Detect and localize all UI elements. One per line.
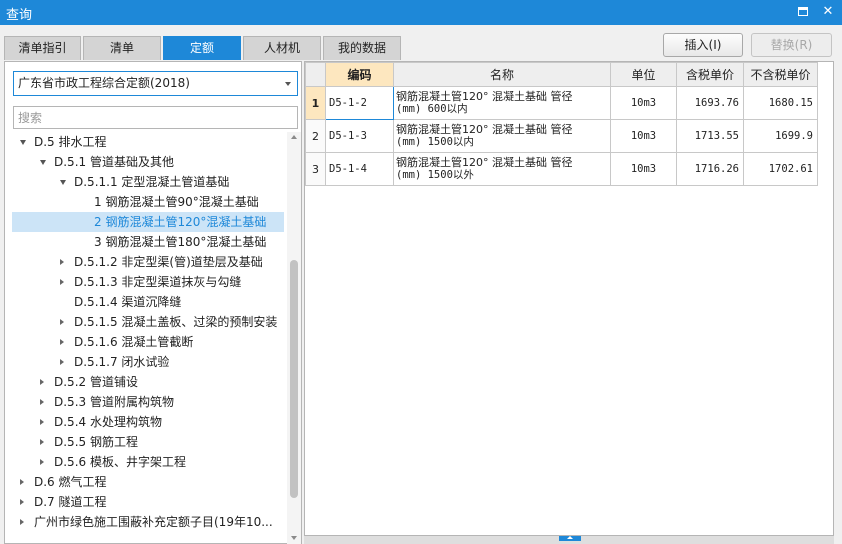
quota-tree: D.5 排水工程 D.5.1 管道基础及其他 D.5.1.1 定型混凝土管道基础…: [5, 132, 285, 544]
row-number[interactable]: 2: [305, 119, 326, 153]
table-header-row: 编码 名称 单位 含税单价 不含税单价: [305, 62, 818, 87]
tree-node[interactable]: …: [5, 532, 285, 544]
tree-node[interactable]: 3 钢筋混凝土管180°混凝土基础: [5, 232, 285, 252]
collapsed-arrow-icon[interactable]: [60, 359, 64, 365]
panel-splitter[interactable]: [304, 536, 834, 544]
collapsed-arrow-icon[interactable]: [60, 279, 64, 285]
tab-list[interactable]: 清单: [83, 36, 161, 60]
collapsed-arrow-icon[interactable]: [60, 339, 64, 345]
quota-grid-panel: 编码 名称 单位 含税单价 不含税单价 1 D5-1-2 钢筋混凝土管120° …: [304, 61, 834, 536]
resize-grip-icon[interactable]: [832, 538, 842, 544]
unit-cell[interactable]: 10m3: [610, 119, 677, 153]
column-header-price-tax[interactable]: 含税单价: [676, 62, 744, 87]
tree-node[interactable]: 广州市绿色施工围蔽补充定额子目(19年10...: [5, 512, 285, 532]
tab-list-guide[interactable]: 清单指引: [4, 36, 81, 60]
window-title: 查询: [6, 8, 33, 23]
price-tax-cell[interactable]: 1713.55: [676, 119, 744, 153]
collapsed-arrow-icon[interactable]: [40, 379, 44, 385]
insert-button[interactable]: 插入(I): [663, 33, 743, 57]
name-cell[interactable]: 钢筋混凝土管120° 混凝土基础 管径 (mm) 1500以内: [393, 119, 611, 153]
tree-node[interactable]: D.5.5 钢筋工程: [5, 432, 285, 452]
tree-node[interactable]: D.7 隧道工程: [5, 492, 285, 512]
code-cell[interactable]: D5-1-4: [325, 152, 394, 186]
name-cell[interactable]: 钢筋混凝土管120° 混凝土基础 管径 (mm) 600以内: [393, 86, 611, 120]
collapsed-arrow-icon[interactable]: [40, 419, 44, 425]
title-bar: 查询 ✕: [0, 0, 842, 25]
price-no-tax-cell[interactable]: 1699.9: [743, 119, 818, 153]
tree-node[interactable]: D.5.3 管道附属构筑物: [5, 392, 285, 412]
price-tax-cell[interactable]: 1716.26: [676, 152, 744, 186]
tree-node[interactable]: D.5.1.6 混凝土管截断: [5, 332, 285, 352]
quota-library-select[interactable]: 广东省市政工程综合定额(2018): [13, 71, 298, 96]
tab-my-data[interactable]: 我的数据: [323, 36, 401, 60]
price-no-tax-cell[interactable]: 1702.61: [743, 152, 818, 186]
column-header-code[interactable]: 编码: [325, 62, 394, 87]
tree-node[interactable]: D.5.6 模板、井字架工程: [5, 452, 285, 472]
price-tax-cell[interactable]: 1693.76: [676, 86, 744, 120]
collapsed-arrow-icon[interactable]: [40, 459, 44, 465]
maximize-icon[interactable]: [794, 3, 812, 21]
tree-node[interactable]: D.5.2 管道铺设: [5, 372, 285, 392]
unit-cell[interactable]: 10m3: [610, 152, 677, 186]
tree-node[interactable]: D.5.1.5 混凝土盖板、过梁的预制安装: [5, 312, 285, 332]
quota-tree-panel: 广东省市政工程综合定额(2018) D.5 排水工程 D.5.1 管道基础及其他…: [4, 61, 302, 544]
row-number[interactable]: 1: [305, 86, 326, 120]
tree-node[interactable]: D.5.1 管道基础及其他: [5, 152, 285, 172]
quota-table: 编码 名称 单位 含税单价 不含税单价 1 D5-1-2 钢筋混凝土管120° …: [305, 62, 818, 186]
scrollbar-thumb[interactable]: [290, 260, 298, 498]
collapsed-arrow-icon[interactable]: [20, 499, 24, 505]
tree-node[interactable]: D.5.1.7 闭水试验: [5, 352, 285, 372]
table-row[interactable]: 1 D5-1-2 钢筋混凝土管120° 混凝土基础 管径 (mm) 600以内 1…: [305, 86, 818, 120]
collapsed-arrow-icon[interactable]: [60, 319, 64, 325]
tree-node[interactable]: D.5.4 水处理构筑物: [5, 412, 285, 432]
tree-node[interactable]: D.5.1.4 渠道沉降缝: [5, 292, 285, 312]
tab-labor-material-machine[interactable]: 人材机: [243, 36, 321, 60]
tab-quota[interactable]: 定额: [163, 36, 241, 60]
table-row[interactable]: 2 D5-1-3 钢筋混凝土管120° 混凝土基础 管径 (mm) 1500以内 …: [305, 119, 818, 153]
row-number-header: [305, 62, 326, 87]
chevron-down-icon[interactable]: [285, 82, 291, 86]
price-no-tax-cell[interactable]: 1680.15: [743, 86, 818, 120]
row-number[interactable]: 3: [305, 152, 326, 186]
tree-node-selected[interactable]: 2 钢筋混凝土管120°混凝土基础: [12, 212, 284, 232]
close-icon[interactable]: ✕: [819, 3, 837, 21]
tree-scrollbar[interactable]: [287, 132, 301, 544]
scroll-up-icon[interactable]: [291, 135, 297, 139]
tree-node[interactable]: D.5.1.2 非定型渠(管)道垫层及基础: [5, 252, 285, 272]
expand-up-icon[interactable]: [559, 536, 581, 541]
quota-library-value: 广东省市政工程综合定额(2018): [18, 76, 190, 90]
code-cell[interactable]: D5-1-2: [325, 86, 394, 120]
expanded-arrow-icon[interactable]: [60, 180, 66, 185]
code-cell[interactable]: D5-1-3: [325, 119, 394, 153]
column-header-price-no-tax[interactable]: 不含税单价: [743, 62, 818, 87]
expanded-arrow-icon[interactable]: [20, 140, 26, 145]
search-input[interactable]: [13, 106, 298, 129]
collapsed-arrow-icon[interactable]: [40, 439, 44, 445]
column-header-unit[interactable]: 单位: [610, 62, 677, 87]
unit-cell[interactable]: 10m3: [610, 86, 677, 120]
tree-node[interactable]: D.5.1.1 定型混凝土管道基础: [5, 172, 285, 192]
scroll-down-icon[interactable]: [291, 536, 297, 540]
collapsed-arrow-icon[interactable]: [60, 259, 64, 265]
collapsed-arrow-icon[interactable]: [40, 399, 44, 405]
collapsed-arrow-icon[interactable]: [20, 479, 24, 485]
column-header-name[interactable]: 名称: [393, 62, 611, 87]
tree-node[interactable]: 1 钢筋混凝土管90°混凝土基础: [5, 192, 285, 212]
name-cell[interactable]: 钢筋混凝土管120° 混凝土基础 管径 (mm) 1500以外: [393, 152, 611, 186]
tree-node[interactable]: D.5 排水工程: [5, 132, 285, 152]
table-row[interactable]: 3 D5-1-4 钢筋混凝土管120° 混凝土基础 管径 (mm) 1500以外 …: [305, 152, 818, 186]
tree-node[interactable]: D.5.1.3 非定型渠道抹灰与勾缝: [5, 272, 285, 292]
replace-button[interactable]: 替换(R): [751, 33, 832, 57]
expanded-arrow-icon[interactable]: [40, 160, 46, 165]
collapsed-arrow-icon[interactable]: [20, 519, 24, 525]
tree-node[interactable]: D.6 燃气工程: [5, 472, 285, 492]
